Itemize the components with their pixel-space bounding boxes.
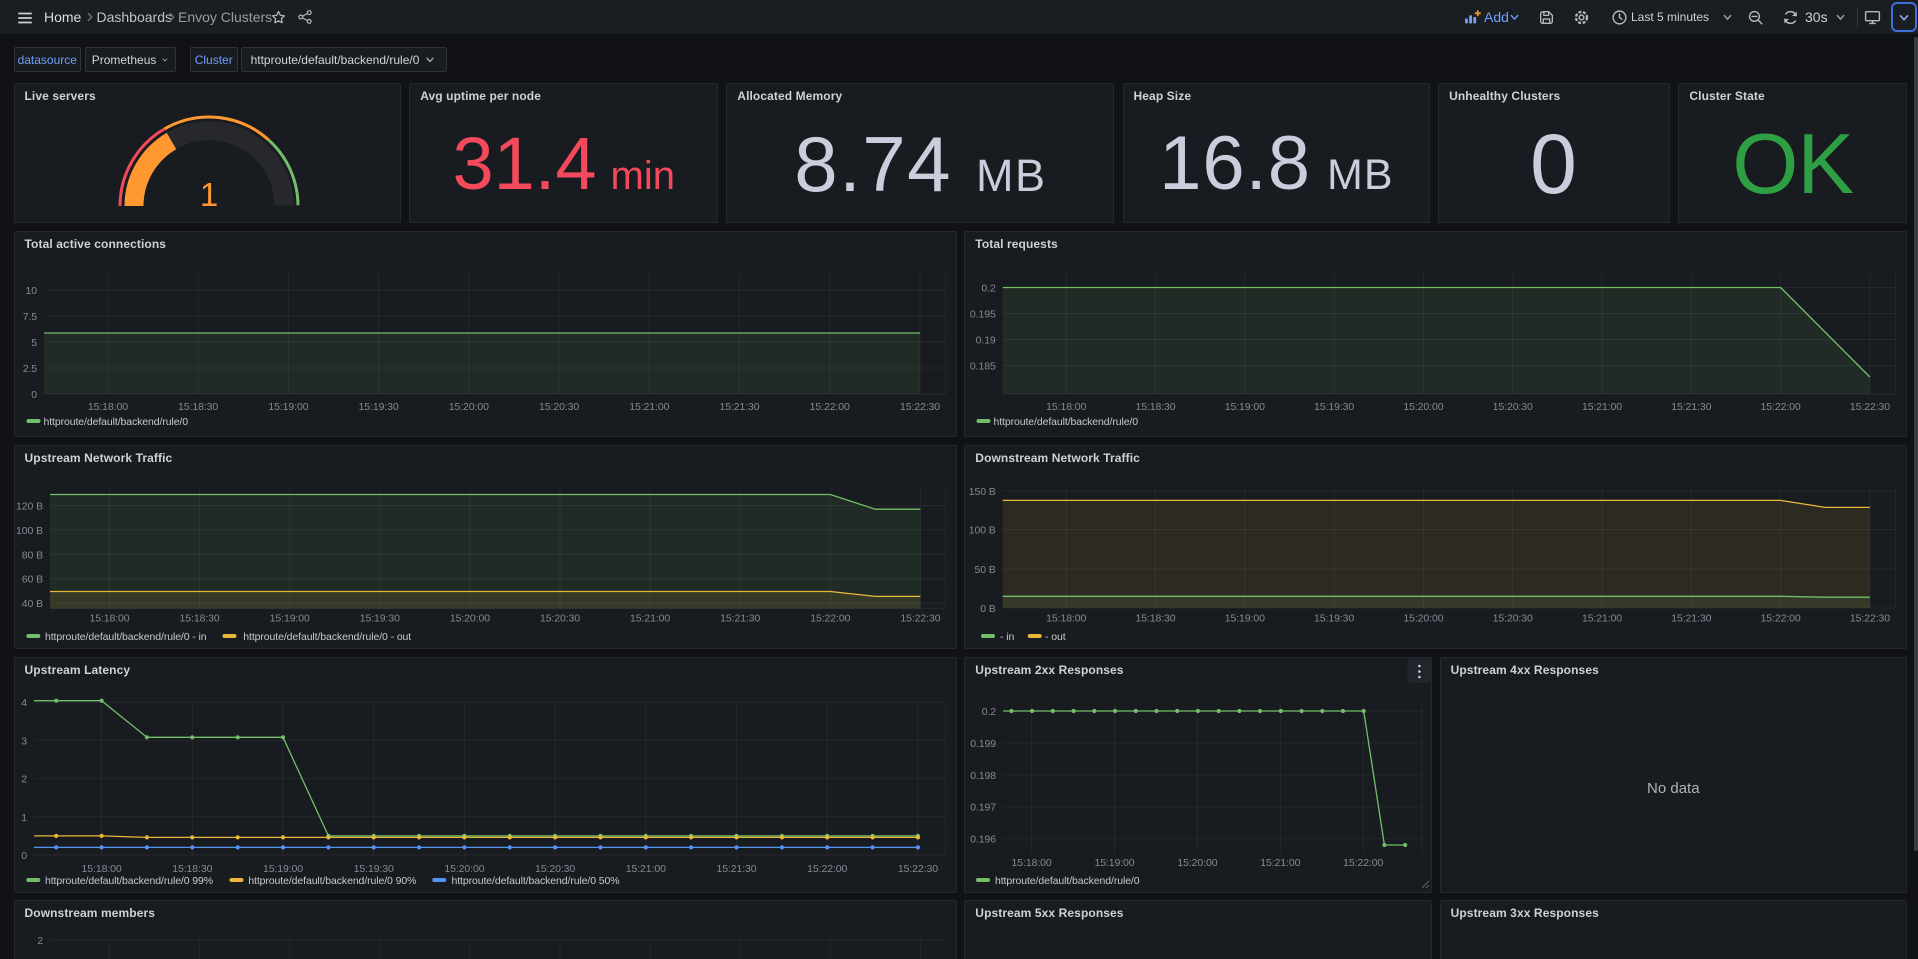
svg-text:0: 0 (21, 850, 27, 862)
svg-text:4: 4 (21, 697, 27, 709)
svg-text:15:20:00: 15:20:00 (449, 612, 489, 624)
svg-text:0.199: 0.199 (971, 738, 997, 750)
svg-text:15:20:00: 15:20:00 (444, 863, 484, 875)
svg-text:15:18:00: 15:18:00 (87, 401, 127, 413)
svg-text:0.198: 0.198 (971, 770, 997, 782)
svg-text:15:22:00: 15:22:00 (1343, 857, 1383, 869)
svg-text:15:18:30: 15:18:30 (172, 863, 212, 875)
svg-text:15:21:00: 15:21:00 (630, 612, 670, 624)
svg-text:15:21:00: 15:21:00 (1582, 401, 1622, 413)
svg-text:15:18:30: 15:18:30 (1136, 612, 1176, 624)
svg-text:15:22:30: 15:22:30 (1850, 612, 1890, 624)
svg-text:15:18:30: 15:18:30 (1136, 401, 1176, 413)
svg-text:- out: - out (1045, 631, 1066, 643)
svg-text:0.185: 0.185 (970, 361, 996, 373)
svg-text:- in: - in (1000, 631, 1014, 643)
svg-text:15:19:30: 15:19:30 (1314, 401, 1354, 413)
svg-text:15:20:00: 15:20:00 (448, 401, 488, 413)
svg-text:httproute/default/backend/rule: httproute/default/backend/rule/0 - in (45, 631, 207, 643)
svg-text:15:22:00: 15:22:00 (810, 612, 850, 624)
svg-text:15:18:00: 15:18:00 (1012, 857, 1052, 869)
svg-text:80 B: 80 B (21, 549, 42, 561)
svg-text:15:21:30: 15:21:30 (1672, 612, 1712, 624)
svg-text:15:18:00: 15:18:00 (1046, 612, 1086, 624)
svg-text:0: 0 (31, 389, 37, 401)
svg-text:15:22:30: 15:22:30 (899, 401, 939, 413)
svg-text:0.19: 0.19 (976, 335, 996, 347)
svg-text:15:20:30: 15:20:30 (1493, 612, 1533, 624)
svg-text:15:21:00: 15:21:00 (1582, 612, 1622, 624)
svg-text:httproute/default/backend/rule: httproute/default/backend/rule/0 (994, 416, 1139, 428)
svg-text:40 B: 40 B (21, 598, 42, 610)
svg-text:0.196: 0.196 (971, 834, 997, 846)
svg-text:0 B: 0 B (981, 603, 997, 615)
svg-text:15:22:00: 15:22:00 (807, 863, 847, 875)
svg-text:150 B: 150 B (969, 486, 996, 498)
svg-text:15:19:30: 15:19:30 (1314, 612, 1354, 624)
svg-text:15:22:30: 15:22:30 (900, 612, 940, 624)
svg-text:15:22:00: 15:22:00 (1761, 612, 1801, 624)
svg-text:15:19:00: 15:19:00 (1225, 612, 1265, 624)
svg-text:httproute/default/backend/rule: httproute/default/backend/rule/0 (995, 875, 1140, 887)
svg-text:15:21:30: 15:21:30 (1672, 401, 1712, 413)
svg-text:7.5: 7.5 (22, 311, 37, 323)
svg-text:15:19:30: 15:19:30 (358, 401, 398, 413)
svg-text:15:21:00: 15:21:00 (625, 863, 665, 875)
svg-text:1: 1 (199, 176, 217, 213)
svg-text:15:19:30: 15:19:30 (353, 863, 393, 875)
svg-text:15:21:30: 15:21:30 (720, 612, 760, 624)
svg-text:1: 1 (21, 812, 27, 824)
svg-text:15:20:30: 15:20:30 (1493, 401, 1533, 413)
svg-text:15:19:00: 15:19:00 (1225, 401, 1265, 413)
svg-text:15:19:00: 15:19:00 (268, 401, 308, 413)
svg-text:15:22:30: 15:22:30 (897, 863, 937, 875)
svg-text:100 B: 100 B (16, 524, 43, 536)
svg-text:15:21:30: 15:21:30 (719, 401, 759, 413)
svg-text:15:18:30: 15:18:30 (178, 401, 218, 413)
svg-text:2.5: 2.5 (22, 363, 37, 375)
svg-text:15:18:00: 15:18:00 (89, 612, 129, 624)
svg-text:httproute/default/backend/rule: httproute/default/backend/rule/0 90% (248, 875, 416, 887)
svg-text:15:19:00: 15:19:00 (269, 612, 309, 624)
svg-text:0.197: 0.197 (971, 802, 997, 814)
svg-text:2: 2 (21, 774, 27, 786)
svg-text:15:22:00: 15:22:00 (1761, 401, 1801, 413)
svg-text:120 B: 120 B (16, 500, 43, 512)
svg-text:15:18:00: 15:18:00 (1046, 401, 1086, 413)
svg-text:5: 5 (31, 337, 37, 349)
svg-text:15:20:00: 15:20:00 (1404, 612, 1444, 624)
svg-text:15:19:00: 15:19:00 (1095, 857, 1135, 869)
svg-text:2: 2 (37, 935, 43, 947)
svg-text:httproute/default/backend/rule: httproute/default/backend/rule/0 (43, 416, 188, 428)
svg-text:15:20:00: 15:20:00 (1404, 401, 1444, 413)
svg-text:0.195: 0.195 (970, 309, 996, 321)
svg-text:0.2: 0.2 (982, 706, 997, 718)
svg-text:3: 3 (21, 735, 27, 747)
svg-text:15:21:00: 15:21:00 (629, 401, 669, 413)
svg-text:60 B: 60 B (21, 573, 42, 585)
svg-text:15:20:30: 15:20:30 (539, 401, 579, 413)
svg-text:15:21:00: 15:21:00 (1261, 857, 1301, 869)
svg-text:15:18:00: 15:18:00 (81, 863, 121, 875)
svg-text:15:20:30: 15:20:30 (535, 863, 575, 875)
svg-text:15:18:30: 15:18:30 (179, 612, 219, 624)
svg-text:0.2: 0.2 (982, 283, 997, 295)
svg-text:httproute/default/backend/rule: httproute/default/backend/rule/0 50% (451, 875, 619, 887)
svg-text:httproute/default/backend/rule: httproute/default/backend/rule/0 99% (45, 875, 213, 887)
svg-text:15:22:00: 15:22:00 (809, 401, 849, 413)
svg-text:15:19:30: 15:19:30 (359, 612, 399, 624)
svg-text:100 B: 100 B (969, 524, 996, 536)
svg-text:httproute/default/backend/rule: httproute/default/backend/rule/0 - out (243, 631, 411, 643)
svg-text:15:19:00: 15:19:00 (262, 863, 302, 875)
svg-text:10: 10 (25, 285, 37, 297)
svg-text:15:20:30: 15:20:30 (539, 612, 579, 624)
svg-text:50 B: 50 B (975, 564, 996, 576)
svg-text:15:21:30: 15:21:30 (716, 863, 756, 875)
svg-text:15:20:00: 15:20:00 (1178, 857, 1218, 869)
svg-text:15:22:30: 15:22:30 (1850, 401, 1890, 413)
